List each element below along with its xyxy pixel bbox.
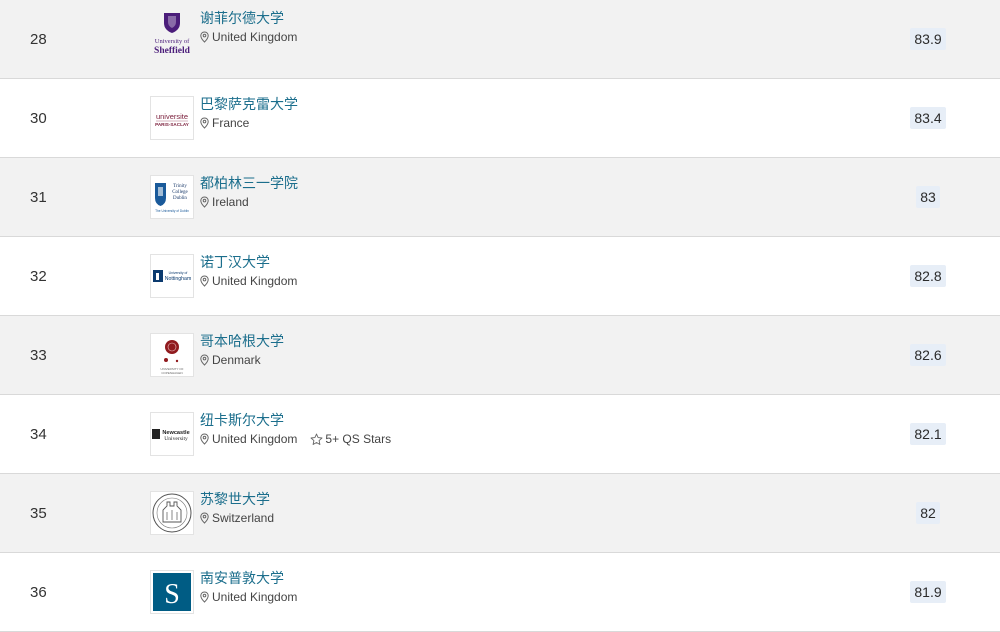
star-outline-icon [310,433,323,445]
svg-text:COPENHAGEN: COPENHAGEN [161,371,182,375]
svg-text:University of: University of [155,38,190,45]
country-label: France [212,116,250,130]
qs-stars-label: 5+ QS Stars [325,432,392,446]
svg-text:College: College [172,190,188,195]
university-meta: United Kingdom [199,274,297,288]
score-badge: 82.6 [910,344,946,366]
svg-text:Dublin: Dublin [173,196,187,201]
country-label: United Kingdom [212,590,298,604]
score-badge: 82.1 [910,423,946,445]
svg-text:S: S [164,579,180,610]
ranking-row: 33 UNIVERSITY OF COPENHAGEN 哥本哈根大学 Denma… [0,316,1000,395]
country-label: United Kingdom [212,274,298,288]
location-pin-icon [200,433,209,445]
trinity-college-logo[interactable]: Trinity College Dublin The University of… [150,175,194,219]
copenhagen-seal-logo[interactable]: UNIVERSITY OF COPENHAGEN [150,333,194,377]
country-label: Ireland [212,195,249,209]
overall-score: 83.9 [908,0,948,78]
rank-number: 35 [30,504,47,522]
university-name-link[interactable]: 纽卡斯尔大学 [200,410,284,430]
score-badge: 82.8 [910,265,946,287]
university-name-link[interactable]: 诺丁汉大学 [200,252,270,272]
svg-text:Nottingham: Nottingham [165,276,192,282]
nottingham-logo[interactable]: University of Nottingham [150,254,194,298]
location-pin-icon [200,275,209,287]
score-badge: 82 [916,502,940,524]
newcastle-logo[interactable]: Newcastle University [150,412,194,456]
location-pin-icon [200,31,209,43]
rank-number: 36 [30,583,47,601]
university-meta: France [199,116,249,130]
university-meta: United Kingdom [199,590,297,604]
svg-text:The University of Dublin: The University of Dublin [155,209,189,213]
country-label: Switzerland [212,511,275,525]
ranking-row: 28 University of Sheffield 谢菲尔德大学 United… [0,0,1000,79]
svg-text:University of: University of [169,271,188,275]
rank-number: 32 [30,267,47,285]
overall-score: 82.8 [908,237,948,315]
svg-text:universite: universite [156,112,188,121]
paris-saclay-logo[interactable]: universite PARIS-SACLAY [150,96,194,140]
university-name-link[interactable]: 谢菲尔德大学 [200,8,284,28]
location-pin-icon [200,117,209,129]
ranking-list: 28 University of Sheffield 谢菲尔德大学 United… [0,0,1000,632]
university-name-link[interactable]: 哥本哈根大学 [200,331,284,351]
southampton-logo[interactable]: S [150,570,194,614]
ranking-row: 31 Trinity College Dublin The University… [0,158,1000,237]
country-label: United Kingdom [212,432,298,446]
overall-score: 82 [908,474,948,552]
score-badge: 83 [916,186,940,208]
ranking-row: 30 universite PARIS-SACLAY 巴黎萨克雷大学 Franc… [0,79,1000,158]
location-pin-icon [200,591,209,603]
university-meta: Switzerland [199,511,274,525]
ranking-row: 35 苏黎世大学 Switzerland 82 [0,474,1000,553]
university-name-link[interactable]: 巴黎萨克雷大学 [200,94,298,114]
rank-number: 33 [30,346,47,364]
rank-number: 34 [30,425,47,443]
rank-number: 31 [30,188,47,206]
location-pin-icon [200,512,209,524]
score-badge: 83.4 [910,107,946,129]
svg-text:Sheffield: Sheffield [154,46,191,56]
sheffield-crest-logo[interactable]: University of Sheffield [150,10,194,56]
ranking-row: 34 Newcastle University 纽卡斯尔大学 United Ki… [0,395,1000,474]
rank-number: 28 [30,30,47,48]
university-meta: Denmark [199,353,261,367]
overall-score: 82.1 [908,395,948,473]
overall-score: 81.9 [908,553,948,631]
country-label: United Kingdom [212,30,298,44]
overall-score: 83 [908,158,948,236]
overall-score: 83.4 [908,79,948,157]
qs-stars-rating[interactable]: 5+ QS Stars [310,432,391,446]
university-name-link[interactable]: 苏黎世大学 [200,489,270,509]
university-meta: Ireland [199,195,249,209]
university-meta: United Kingdom [199,30,297,44]
svg-text:University: University [164,436,188,442]
score-badge: 81.9 [910,581,946,603]
zurich-seal-logo[interactable] [150,491,194,535]
score-badge: 83.9 [910,28,946,50]
svg-text:PARIS-SACLAY: PARIS-SACLAY [155,122,189,127]
university-meta: United Kingdom 5+ QS Stars [199,432,391,446]
location-pin-icon [200,196,209,208]
university-name-link[interactable]: 都柏林三一学院 [200,173,298,193]
ranking-row: 32 University of Nottingham 诺丁汉大学 United… [0,237,1000,316]
location-pin-icon [200,354,209,366]
overall-score: 82.6 [908,316,948,394]
ranking-row: 36 S 南安普敦大学 United Kingdom 81.9 [0,553,1000,632]
svg-text:Trinity: Trinity [173,184,187,189]
country-label: Denmark [212,353,261,367]
rank-number: 30 [30,109,47,127]
university-name-link[interactable]: 南安普敦大学 [200,568,284,588]
